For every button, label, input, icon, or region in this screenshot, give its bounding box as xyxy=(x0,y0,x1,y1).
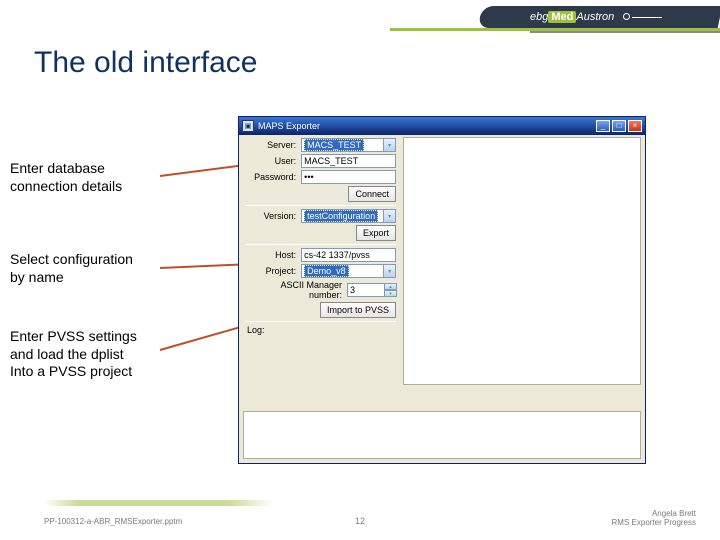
brand-dot-icon xyxy=(623,13,630,20)
host-label: Host: xyxy=(245,250,301,260)
project-label: Project: xyxy=(245,266,301,276)
user-field[interactable]: MACS_TEST xyxy=(301,154,396,168)
version-combo[interactable]: testConfiguration xyxy=(301,209,384,223)
log-pane xyxy=(243,411,641,459)
preview-pane xyxy=(403,137,641,385)
export-button[interactable]: Export xyxy=(356,225,396,241)
version-label: Version: xyxy=(245,211,301,221)
separator-1 xyxy=(245,205,396,206)
server-value: MACS_TEST xyxy=(304,139,364,151)
server-combo-dropdown-icon[interactable]: ▾ xyxy=(384,138,396,152)
slide-title: The old interface xyxy=(34,46,257,80)
project-value: Demo_v8 xyxy=(304,265,349,277)
import-button[interactable]: Import to PVSS xyxy=(320,302,396,318)
ascii-field[interactable]: 3 xyxy=(347,283,385,297)
separator-2 xyxy=(245,244,396,245)
window-minimize-button[interactable]: _ xyxy=(596,120,610,132)
password-field[interactable]: ••• xyxy=(301,170,396,184)
host-value: cs-42 1337/pvss xyxy=(304,250,370,260)
footer-author-name: Angela Brett xyxy=(612,509,696,519)
app-icon: ▣ xyxy=(242,120,254,132)
brand-suffix: Austron xyxy=(576,11,614,23)
separator-3 xyxy=(245,321,396,322)
server-combo[interactable]: MACS_TEST xyxy=(301,138,384,152)
ascii-value: 3 xyxy=(350,285,355,295)
password-value: ••• xyxy=(304,172,313,182)
log-label: Log: xyxy=(247,325,396,335)
footer-author: Angela Brett RMS Exporter Progress xyxy=(612,509,696,528)
version-combo-dropdown-icon[interactable]: ▾ xyxy=(384,209,396,223)
brand-highlight: Med xyxy=(548,11,576,23)
footer-presentation-name: RMS Exporter Progress xyxy=(612,518,696,528)
user-label: User: xyxy=(245,156,301,166)
project-combo[interactable]: Demo_v8 xyxy=(301,264,384,278)
window-close-button[interactable]: × xyxy=(628,120,642,132)
project-combo-dropdown-icon[interactable]: ▾ xyxy=(384,264,396,278)
annot-pvss: Enter PVSS settings and load the dplist … xyxy=(10,328,137,381)
page-number: 12 xyxy=(355,516,365,526)
footer-filename: PP-100312-a-ABR_RMSExporter.pptm xyxy=(44,517,182,526)
server-label: Server: xyxy=(245,140,301,150)
footer-accent-line xyxy=(44,500,274,506)
window-title: MAPS Exporter xyxy=(258,121,320,131)
ascii-label: ASCII Manager number: xyxy=(245,280,347,300)
brand-bar: ebgMedAustron xyxy=(520,6,720,28)
annot-db: Enter database connection details xyxy=(10,160,122,195)
password-label: Password: xyxy=(245,172,301,182)
connect-button[interactable]: Connect xyxy=(348,186,396,202)
ascii-spin-down-icon[interactable]: ▾ xyxy=(385,290,397,297)
annot-cfg: Select configuration by name xyxy=(10,251,133,286)
ascii-spin-up-icon[interactable]: ▴ xyxy=(385,283,397,290)
version-value: testConfiguration xyxy=(304,210,378,222)
window-titlebar[interactable]: ▣ MAPS Exporter _ □ × xyxy=(239,117,645,135)
brand-prefix: ebg xyxy=(530,11,548,23)
app-window: ▣ MAPS Exporter _ □ × Server: MACS_TEST … xyxy=(238,116,646,464)
window-maximize-button[interactable]: □ xyxy=(612,120,626,132)
host-field[interactable]: cs-42 1337/pvss xyxy=(301,248,396,262)
brand-underline-grey xyxy=(530,31,720,33)
user-value: MACS_TEST xyxy=(304,156,358,166)
